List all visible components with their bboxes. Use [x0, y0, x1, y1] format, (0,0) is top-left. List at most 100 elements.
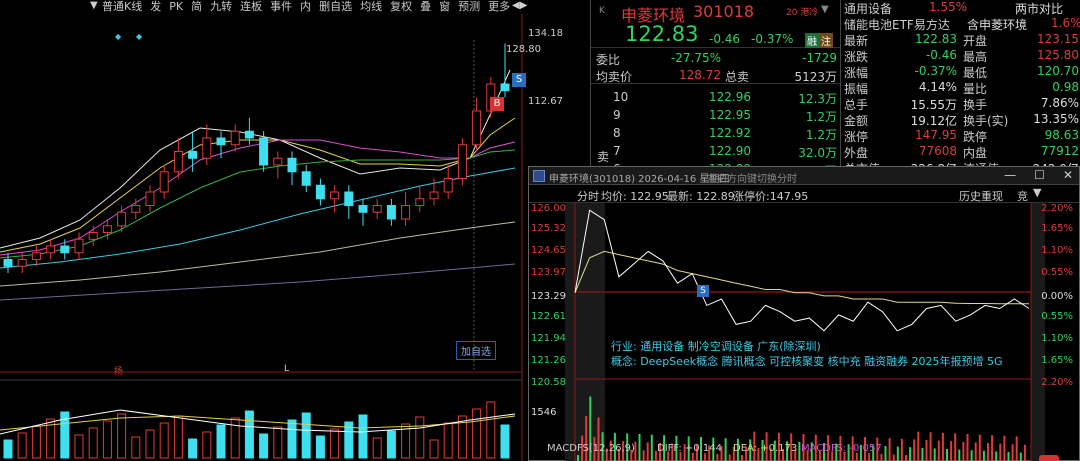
- compete-button[interactable]: 竞: [1017, 188, 1028, 204]
- etf-row[interactable]: 储能电池ETF易方达 含申菱环境 1.6%: [841, 16, 1080, 32]
- volume-bar: [415, 416, 425, 459]
- price-axis-label: 125.32: [531, 223, 566, 234]
- intraday-volume-bar: [1019, 452, 1022, 461]
- k-tag[interactable]: K: [599, 6, 605, 16]
- book-price: 122.96: [709, 90, 751, 104]
- volume-bar: [102, 420, 112, 459]
- intraday-volume-bar: [880, 453, 883, 461]
- concept-line: 概念: DeepSeek概念 腾讯概念 可控核聚变 核中充 融资融券 2025年…: [611, 355, 1003, 368]
- history-replay-button[interactable]: 历史重现: [959, 188, 1003, 204]
- pct-axis-label: 0.55%: [1041, 311, 1073, 322]
- chevron-down-icon[interactable]: ▼: [1033, 186, 1041, 199]
- intraday-volume-bar: [868, 453, 871, 461]
- intraday-volume-bar: [962, 441, 965, 461]
- sector-name: 通用设备: [844, 2, 893, 16]
- diamond-icon: ◆: [136, 32, 143, 41]
- kline-candle: [46, 245, 56, 254]
- kline-candle: [88, 232, 98, 240]
- buy-marker[interactable]: B: [490, 97, 504, 111]
- book-row[interactable]: 10 122.96 12.3万: [591, 90, 841, 108]
- price-axis-label: 126.00: [531, 203, 566, 214]
- bottom-flag: 扬: [114, 367, 124, 377]
- intraday-volume-bar: [913, 439, 916, 461]
- weibi-row: 委比 -27.75% -1729: [591, 51, 841, 67]
- intraday-volume-bar: [982, 450, 985, 461]
- volume-bar: [216, 424, 226, 459]
- intraday-volume-bar: [921, 447, 924, 461]
- price-axis-label: 121.94: [531, 333, 566, 344]
- book-row[interactable]: 9 122.95 1.2万: [591, 108, 841, 126]
- avg-price-line: [574, 250, 1029, 305]
- kline-panel[interactable]: 普通K线 发 PK 简 九转 连板 事件 内 删自选 均线 复权 叠 窗 预测 …: [0, 0, 590, 461]
- add-watchlist-button[interactable]: 加自选: [456, 341, 496, 360]
- intraday-volume-bar: [917, 431, 920, 461]
- intraday-popup[interactable]: 申菱环境(301018) 2026-04-16 星期四 左右方向键切换分时 — …: [528, 166, 1080, 461]
- sector-right: 两市对比: [1015, 2, 1064, 16]
- sector-row[interactable]: 通用设备 1.55% 两市对比: [841, 0, 1080, 16]
- volume-bar: [117, 413, 127, 459]
- volume-bar: [230, 417, 240, 459]
- book-row[interactable]: 7 122.90 32.0万: [591, 144, 841, 162]
- intraday-volume-bar: [884, 446, 887, 461]
- intraday-volume-bar: [892, 454, 895, 461]
- weibi-value: -1729: [802, 51, 837, 65]
- popup-hint: 左右方向键切换分时: [707, 174, 797, 185]
- kline-candle: [472, 110, 482, 146]
- pct-axis-label: 1.10%: [1041, 245, 1073, 256]
- limit-up-label: 涨停价:147.95: [733, 190, 809, 203]
- minimize-icon[interactable]: —: [1004, 168, 1016, 182]
- info-row: 涨跌 -0.46 最高 125.80: [844, 48, 1079, 64]
- volume-axis-label: 1546: [531, 407, 557, 418]
- close-icon[interactable]: ✕: [1063, 168, 1073, 182]
- header-right-tag[interactable]: 20 港冷: [786, 5, 818, 18]
- volume-bar: [3, 439, 13, 459]
- book-row[interactable]: 8 122.92 1.2万: [591, 126, 841, 144]
- price-axis-label: 123.29: [531, 291, 566, 302]
- macd-name: MACDFS(12,26,9): [547, 443, 635, 454]
- stock-info-panel: 通用设备 1.55% 两市对比 储能电池ETF易方达 含申菱环境 1.6% 最新…: [840, 0, 1080, 176]
- intraday-volume-bar: [929, 432, 932, 461]
- diamond-icon: ◆: [115, 32, 122, 41]
- kline-candle: [330, 191, 340, 200]
- price-axis-label: 121.26: [531, 355, 566, 366]
- kline-candle: [287, 157, 297, 173]
- volume-bar: [301, 412, 311, 459]
- maximize-icon[interactable]: ☐: [1034, 168, 1045, 182]
- volume-bar: [287, 419, 297, 459]
- sell-marker[interactable]: S: [697, 285, 709, 297]
- volume-bar: [358, 414, 368, 459]
- intraday-volume-bar: [991, 435, 994, 461]
- total-sell-value: 5123万: [794, 70, 837, 84]
- intraday-volume-bar: [925, 440, 928, 461]
- etf-pct: 1.6%: [1051, 16, 1080, 30]
- kline-candle: [386, 205, 396, 220]
- info-row: 外盘 77608 内盘 77912: [844, 144, 1079, 160]
- kline-candle: [415, 198, 425, 206]
- industry-line: 行业: 通用设备 制冷空调设备 广东(除深圳): [611, 340, 821, 353]
- intraday-volume-bar: [1023, 444, 1026, 461]
- intraday-volume-bar: [958, 449, 961, 461]
- sell-marker[interactable]: S: [512, 73, 526, 87]
- kline-candle: [372, 205, 382, 213]
- intraday-volume-bar: [970, 450, 973, 461]
- kline-candle: [401, 205, 411, 220]
- book-volume: 32.0万: [798, 146, 837, 160]
- book-volume: 12.3万: [798, 92, 837, 106]
- intraday-volume-bar: [905, 455, 907, 461]
- chevron-down-icon[interactable]: ▼: [821, 4, 829, 15]
- pct-axis-label: 0.55%: [1041, 267, 1073, 278]
- popup-titlebar[interactable]: 申菱环境(301018) 2026-04-16 星期四 左右方向键切换分时 — …: [529, 167, 1079, 185]
- popup-subheader: 分时 均价: 122.95 最新: 122.89 涨停价:147.95 历史重现…: [529, 186, 1079, 203]
- time-label: 分时: [577, 190, 599, 203]
- label-l: L: [284, 364, 290, 374]
- intraday-volume-bar: [896, 446, 899, 461]
- quote-header: K 申菱环境 301018 20 港冷 ▼ 122.83 -0.46 -0.37…: [591, 0, 841, 48]
- volume-bar: [244, 410, 254, 459]
- stock-code: 301018: [693, 2, 755, 21]
- macd-diff: DIFF: +0.144: [657, 443, 722, 454]
- macd-dea: DEA: +0.173: [733, 443, 798, 454]
- volume-bar: [31, 425, 41, 459]
- volume-bar: [386, 430, 396, 459]
- volume-bar: [486, 401, 496, 459]
- kline-candle: [74, 238, 84, 254]
